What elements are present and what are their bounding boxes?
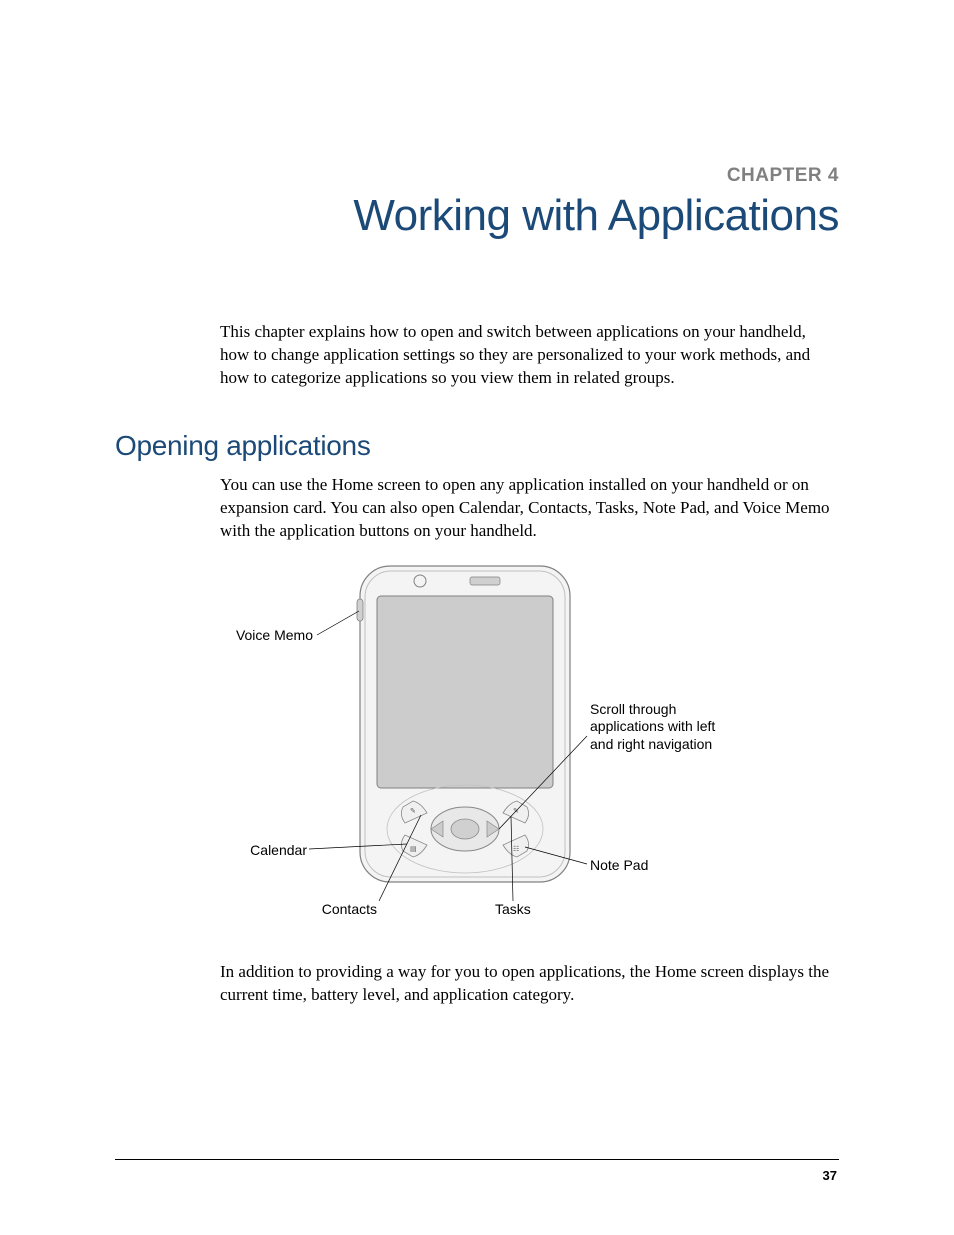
chapter-label: CHAPTER 4 — [115, 165, 839, 187]
svg-text:☷: ☷ — [513, 846, 519, 853]
section-heading: Opening applications — [115, 430, 839, 462]
svg-text:✎: ✎ — [513, 808, 519, 815]
svg-text:✎: ✎ — [410, 808, 416, 815]
intro-paragraph: This chapter explains how to open and sw… — [220, 321, 839, 390]
section-paragraph-1: You can use the Home screen to open any … — [220, 474, 839, 543]
callout-tasks: Tasks — [495, 901, 555, 919]
callout-scroll-nav: Scroll through applications with left an… — [590, 701, 720, 754]
callout-note-pad: Note Pad — [590, 857, 670, 875]
document-page: CHAPTER 4 Working with Applications This… — [0, 0, 954, 1007]
callout-voice-memo: Voice Memo — [223, 627, 313, 645]
callout-calendar: Calendar — [227, 842, 307, 860]
footer-rule — [115, 1159, 839, 1160]
callout-contacts: Contacts — [295, 901, 377, 919]
page-number: 37 — [823, 1168, 837, 1183]
svg-text:▤: ▤ — [410, 846, 417, 853]
section-paragraph-2: In addition to providing a way for you t… — [220, 961, 839, 1007]
chapter-title: Working with Applications — [115, 191, 839, 241]
handheld-figure: Voice Memo Scroll through applications w… — [115, 561, 839, 931]
handheld-device-illustration: ✎ ✎ ▤ ☷ — [355, 561, 575, 891]
